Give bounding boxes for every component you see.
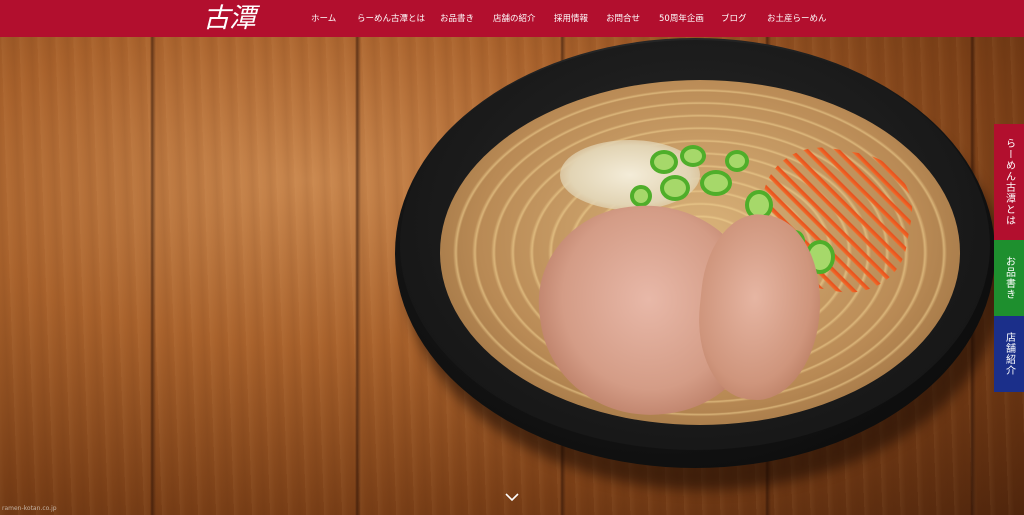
side-tab-label: らーめん古潭とは	[1003, 138, 1015, 226]
site-logo[interactable]: 古潭	[203, 1, 256, 36]
nav-recruit[interactable]: 採用情報	[554, 12, 588, 24]
nav-souvenir-ramen[interactable]: お土産らーめん	[767, 12, 827, 24]
side-tab-about[interactable]: らーめん古潭とは	[994, 124, 1024, 240]
nav-blog[interactable]: ブログ	[721, 12, 747, 24]
chevron-down-icon[interactable]	[504, 491, 520, 503]
top-navigation-bar: 古潭 ホーム らーめん古潭とは お品書き 店舗の紹介 採用情報 お問合せ 50周…	[0, 0, 1024, 37]
side-tab-label: 店舗紹介	[1003, 332, 1015, 376]
scallion	[680, 145, 706, 167]
scallion	[650, 150, 678, 174]
side-tab-menu[interactable]: お品書き	[994, 240, 1024, 316]
side-tab-label: お品書き	[1003, 256, 1015, 300]
side-tab-stores[interactable]: 店舗紹介	[994, 316, 1024, 392]
nav-about[interactable]: らーめん古潭とは	[357, 12, 425, 24]
nav-50th-anniversary[interactable]: 50周年企画	[659, 12, 704, 24]
scallion	[700, 170, 732, 196]
side-tabs: らーめん古潭とは お品書き 店舗紹介	[994, 124, 1024, 392]
nav-contact[interactable]: お問合せ	[606, 12, 640, 24]
nav-home[interactable]: ホーム	[311, 12, 336, 24]
nav-stores[interactable]: 店舗の紹介	[493, 12, 536, 24]
scallion	[630, 185, 652, 207]
scallion	[725, 150, 749, 172]
hero-image	[0, 0, 1024, 515]
scallion	[660, 175, 690, 201]
watermark-text: ramen-kotan.co.jp	[2, 505, 57, 512]
nav-menu[interactable]: お品書き	[440, 12, 474, 24]
